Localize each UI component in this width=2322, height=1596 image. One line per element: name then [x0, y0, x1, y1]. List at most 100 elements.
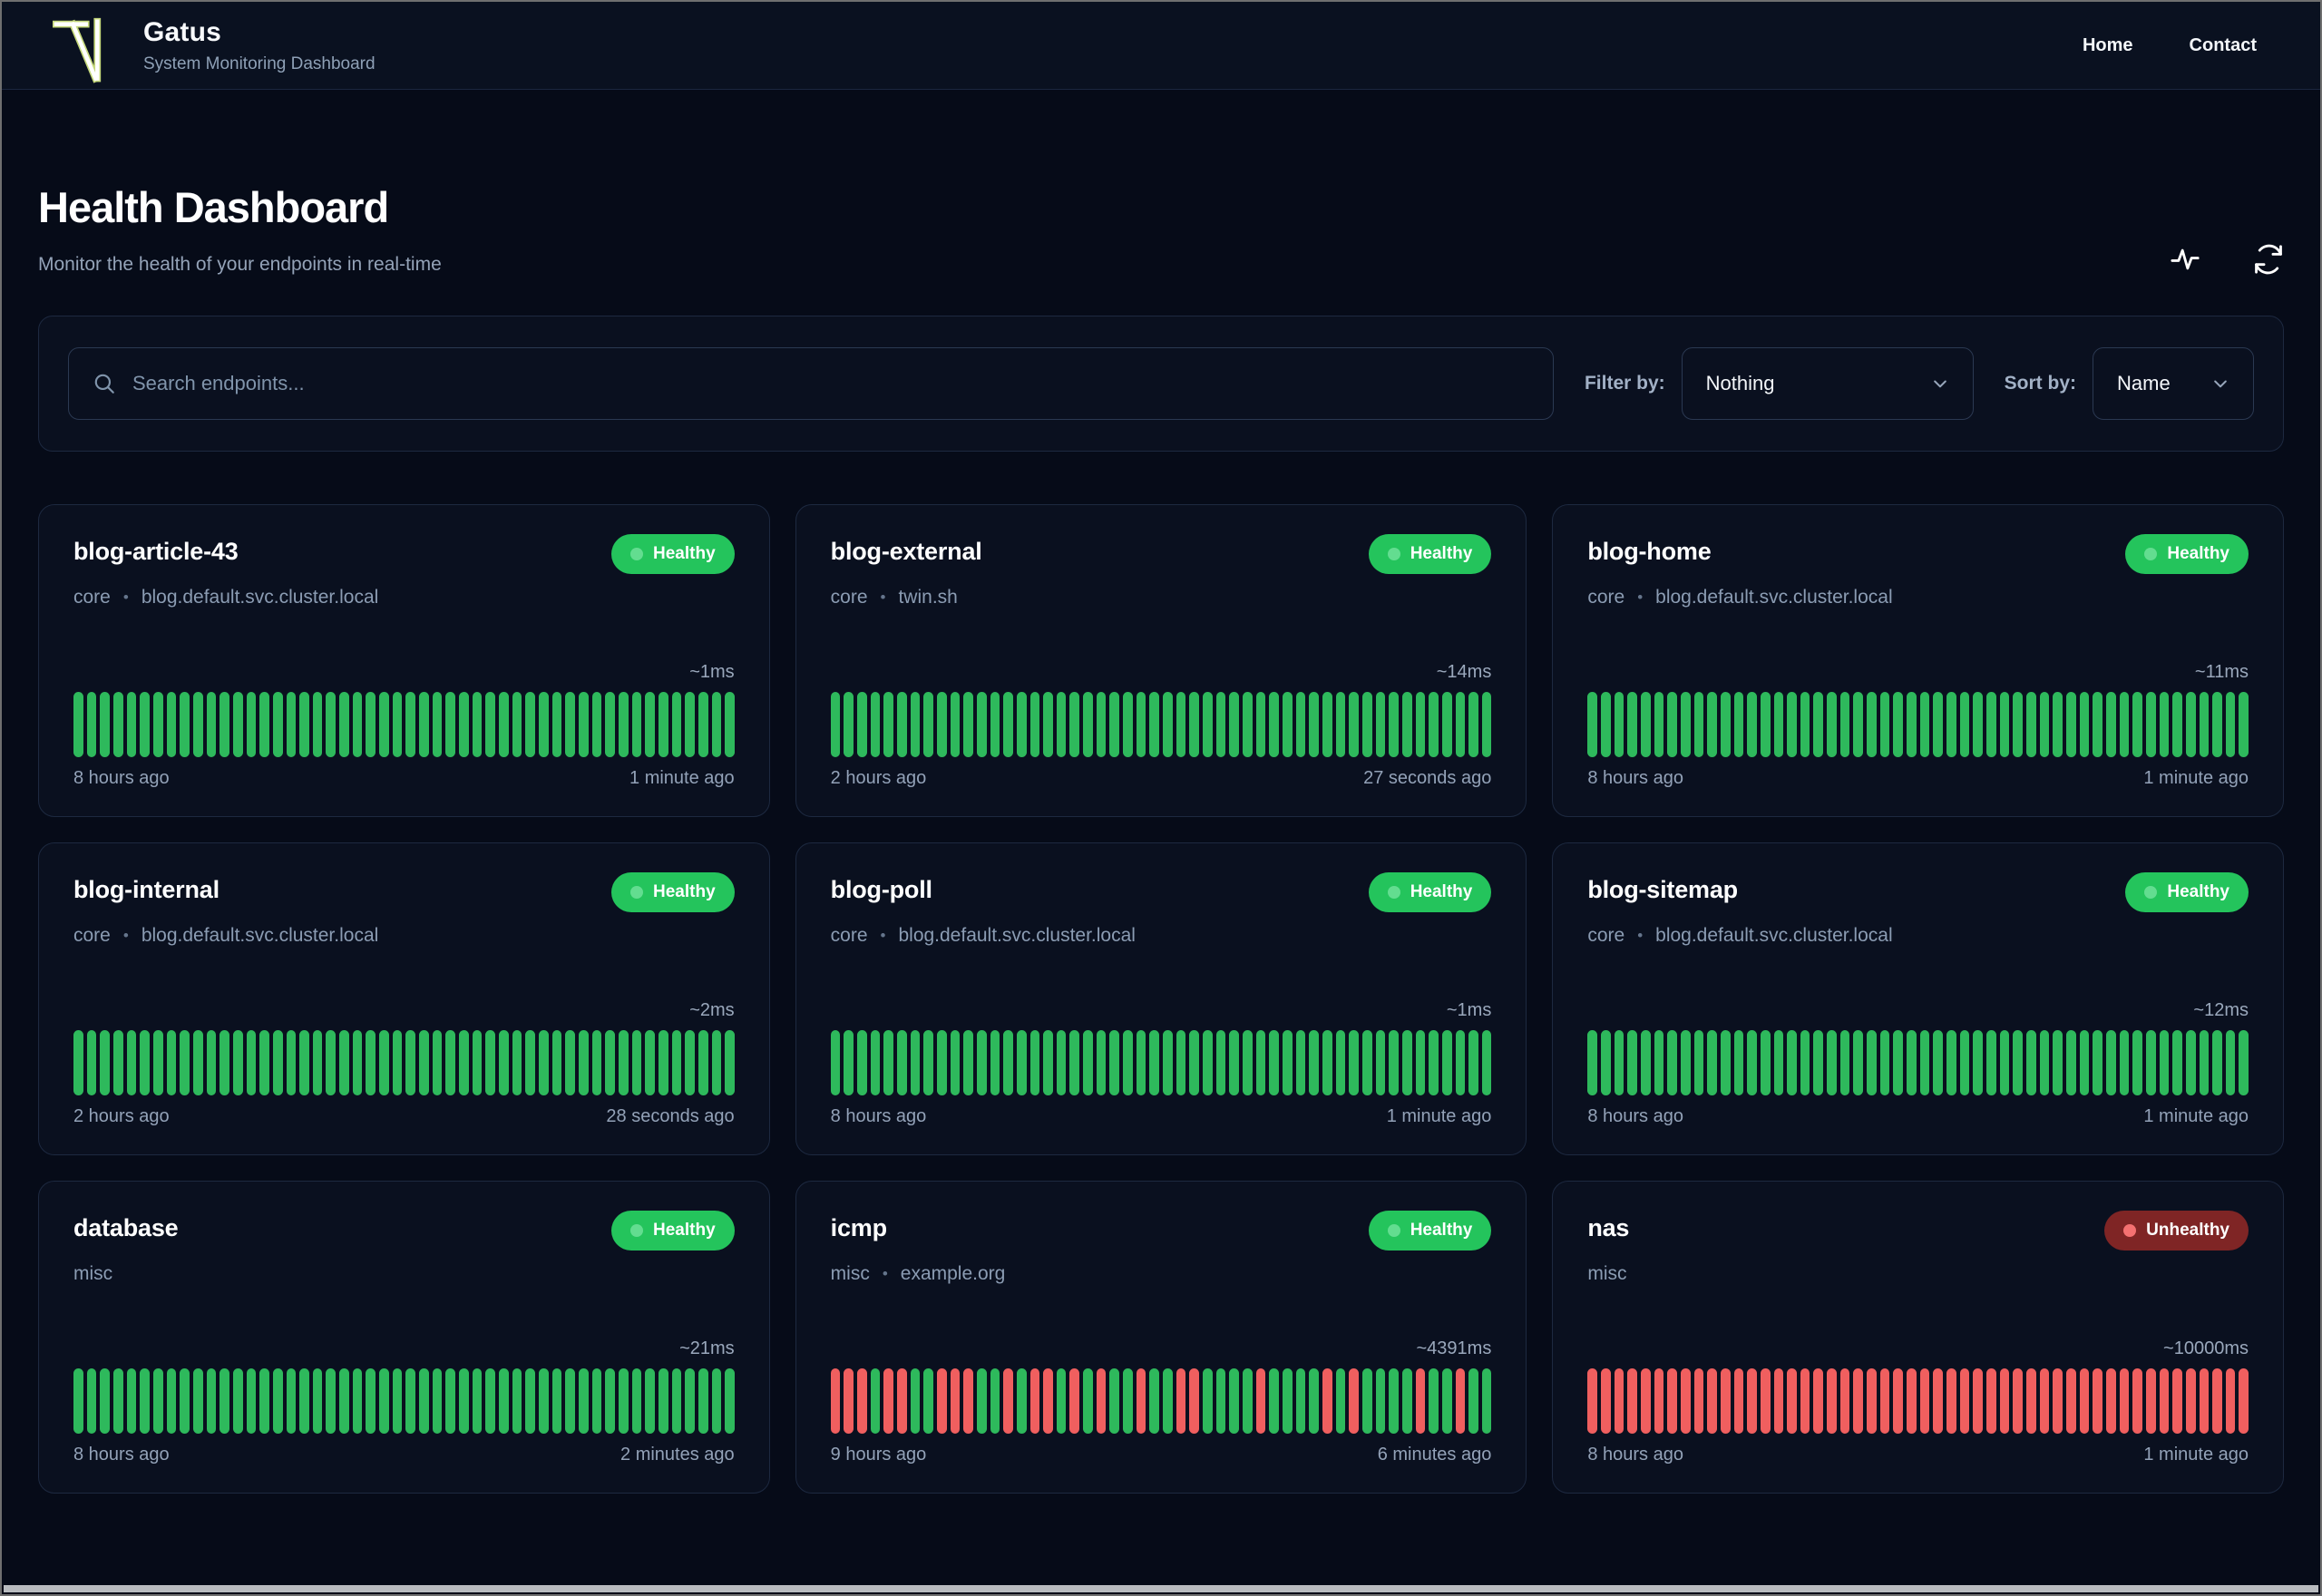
health-bar	[631, 692, 642, 757]
search-icon	[93, 372, 116, 395]
endpoint-name: blog-internal	[73, 876, 220, 903]
endpoint-card[interactable]: icmp Healthy misc • example.org ~4391ms …	[795, 1181, 1527, 1494]
oldest-timestamp: 2 hours ago	[73, 1106, 170, 1126]
health-bar	[1720, 692, 1731, 757]
status-dot-icon	[1387, 1224, 1400, 1237]
endpoint-meta: misc •	[73, 1263, 735, 1285]
health-bar	[73, 1030, 83, 1095]
health-bar	[2185, 692, 2196, 757]
health-bar	[445, 1368, 456, 1434]
search-input[interactable]	[132, 372, 1529, 395]
health-bar	[645, 1368, 655, 1434]
health-bar	[445, 1030, 456, 1095]
health-bar	[1189, 1030, 1200, 1095]
endpoint-card[interactable]: nas Unhealthy misc • ~10000ms 8 hours ag…	[1552, 1181, 2284, 1494]
card-header: blog-article-43 Healthy	[73, 534, 735, 574]
oldest-timestamp: 8 hours ago	[73, 1445, 170, 1465]
endpoint-card[interactable]: blog-article-43 Healthy core • blog.defa…	[38, 504, 770, 817]
health-bar	[1003, 1030, 1013, 1095]
endpoint-card[interactable]: blog-external Healthy core • twin.sh ~14…	[795, 504, 1527, 817]
health-bar	[232, 1368, 243, 1434]
health-bar	[1229, 1030, 1239, 1095]
health-bar	[259, 1030, 269, 1095]
health-bar	[711, 692, 722, 757]
health-bar	[339, 692, 349, 757]
endpoint-card[interactable]: database Healthy misc • ~21ms 8 hours ag…	[38, 1181, 770, 1494]
health-bar	[432, 1030, 443, 1095]
health-bar	[578, 692, 589, 757]
endpoint-group: misc	[73, 1263, 113, 1284]
endpoint-card[interactable]: blog-poll Healthy core • blog.default.sv…	[795, 842, 1527, 1155]
uptime-bars	[73, 692, 735, 757]
endpoint-card[interactable]: blog-sitemap Healthy core • blog.default…	[1552, 842, 2284, 1155]
health-bar	[1189, 1368, 1200, 1434]
health-bar	[645, 692, 655, 757]
health-bar	[512, 1030, 522, 1095]
health-bar	[1069, 1368, 1080, 1434]
endpoint-card[interactable]: blog-internal Healthy core • blog.defaul…	[38, 842, 770, 1155]
health-bar	[1429, 692, 1439, 757]
health-bar	[1733, 692, 1744, 757]
nav-link-contact[interactable]: Contact	[2190, 35, 2257, 56]
health-bar	[379, 1030, 389, 1095]
meta-separator: •	[880, 589, 886, 606]
health-bar	[1853, 1030, 1864, 1095]
health-bar	[1468, 1030, 1478, 1095]
filter-toolbar: Filter by: Nothing Sort by: Name	[38, 316, 2284, 452]
endpoint-host: blog.default.svc.cluster.local	[1655, 587, 1893, 608]
health-bar	[1096, 1368, 1107, 1434]
endpoint-group: core	[830, 925, 868, 946]
health-bar	[2105, 1030, 2116, 1095]
health-bar	[2212, 1368, 2222, 1434]
status-dot-icon	[630, 886, 644, 899]
uptime-bars	[1587, 692, 2249, 757]
refresh-icon[interactable]	[2253, 244, 2284, 275]
health-bar	[192, 692, 203, 757]
health-bar	[1149, 692, 1160, 757]
health-bar	[1627, 692, 1637, 757]
health-bar	[1016, 1030, 1027, 1095]
health-bar	[1893, 1368, 1904, 1434]
health-bar	[1389, 1368, 1399, 1434]
health-bar	[896, 1030, 907, 1095]
status-dot-icon	[2144, 548, 2158, 560]
health-bar	[459, 692, 469, 757]
health-bar	[2212, 692, 2222, 757]
health-bar	[1973, 1030, 1984, 1095]
activity-pulse-icon[interactable]	[2170, 244, 2200, 275]
endpoint-meta: core • blog.default.svc.cluster.local	[1587, 925, 2249, 947]
endpoint-host: example.org	[900, 1263, 1006, 1284]
health-bar	[1959, 1030, 1970, 1095]
health-bar	[126, 1368, 137, 1434]
nav-link-home[interactable]: Home	[2083, 35, 2133, 56]
health-bar	[1176, 1030, 1186, 1095]
health-bar	[405, 1030, 416, 1095]
health-bar	[671, 1030, 682, 1095]
health-bar	[1203, 692, 1213, 757]
health-bar	[1907, 692, 1917, 757]
endpoint-name: database	[73, 1214, 179, 1241]
health-bar	[2225, 1368, 2236, 1434]
health-bar	[1176, 692, 1186, 757]
health-bar	[1243, 692, 1253, 757]
uptime-bars	[73, 1368, 735, 1434]
sort-dropdown[interactable]: Name	[2093, 347, 2254, 420]
health-bar	[1109, 1368, 1120, 1434]
health-bar	[1839, 692, 1850, 757]
filter-dropdown[interactable]: Nothing	[1681, 347, 1974, 420]
health-bar	[2065, 1368, 2076, 1434]
endpoint-group: core	[830, 587, 868, 608]
endpoint-card[interactable]: blog-home Healthy core • blog.default.sv…	[1552, 504, 2284, 817]
health-bar	[671, 692, 682, 757]
health-bar	[963, 692, 973, 757]
health-bar	[1813, 692, 1824, 757]
health-bar	[100, 692, 110, 757]
health-bar	[1481, 1030, 1492, 1095]
health-bar	[685, 1368, 695, 1434]
endpoint-meta: misc • example.org	[831, 1263, 1492, 1285]
health-bar	[352, 1368, 363, 1434]
health-bar	[1481, 1368, 1492, 1434]
endpoint-meta: core • blog.default.svc.cluster.local	[73, 925, 735, 947]
health-bar	[1149, 1030, 1160, 1095]
health-bar	[299, 1030, 309, 1095]
